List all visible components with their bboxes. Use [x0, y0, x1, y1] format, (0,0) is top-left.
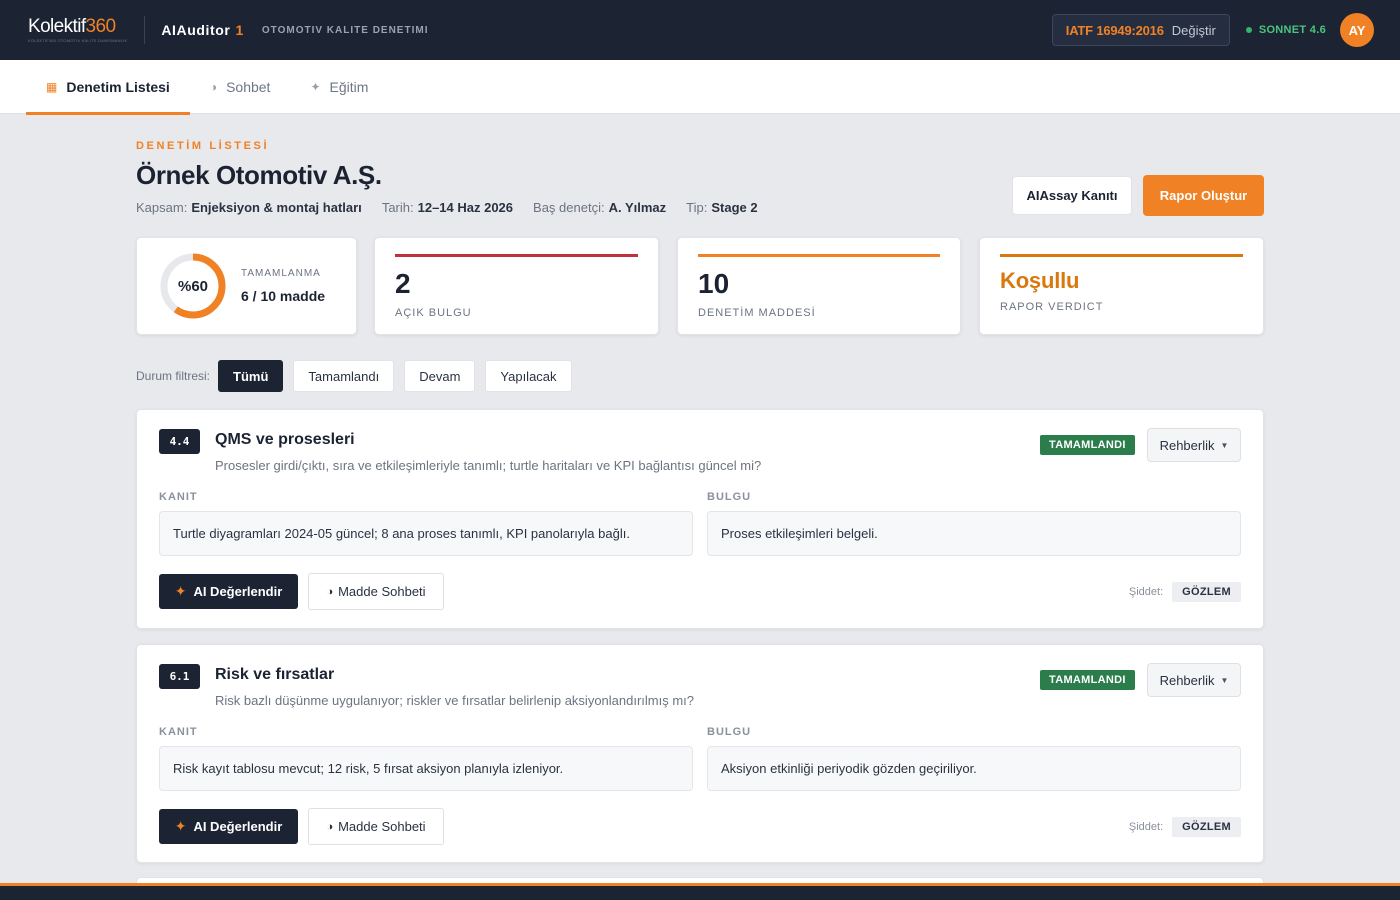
- filter-label: Durum filtresi:: [136, 369, 211, 383]
- card-accent-bar: [395, 254, 638, 257]
- card-accent-bar: [698, 254, 940, 257]
- filter-chip-in-progress[interactable]: Devam: [404, 360, 476, 392]
- grid-icon: ▦: [46, 80, 58, 94]
- standard-name: IATF 16949:2016: [1065, 22, 1164, 38]
- audit-item-card: 4.4 QMS ve prosesleri Prosesler girdi/çı…: [136, 409, 1264, 629]
- scope-value: Enjeksiyon & montaj hatları: [191, 200, 362, 215]
- open-findings-value: 2: [395, 268, 411, 299]
- sparkle-icon: ✦: [174, 583, 187, 599]
- clause-code: 4.4: [159, 429, 200, 454]
- section-eyebrow: DENETİM LİSTESİ: [136, 140, 270, 152]
- item-chat-button[interactable]: ◑ Madde Sohbeti: [308, 808, 444, 845]
- change-standard-link[interactable]: Değiştir: [1172, 23, 1216, 38]
- filter-chip-all[interactable]: Tümü: [218, 360, 284, 392]
- finding-label: BULGU: [707, 491, 752, 503]
- progress-card: %60 TAMAMLANMA 6 / 10 madde: [136, 237, 357, 335]
- item-title: QMS ve prosesleri: [215, 431, 355, 448]
- create-report-button[interactable]: Rapor Oluştur: [1143, 175, 1264, 216]
- item-question: Prosesler girdi/çıktı, sıra ve etkileşim…: [215, 458, 762, 473]
- severity-badge[interactable]: GÖZLEM: [1172, 817, 1241, 837]
- date-value: 12–14 Haz 2026: [417, 200, 514, 215]
- bottom-bar: [0, 883, 1400, 900]
- item-title: Risk ve fırsatlar: [215, 666, 335, 683]
- tab-sohbet[interactable]: ◑ Sohbet: [190, 60, 291, 114]
- app-name: AIAuditor 1: [161, 22, 244, 38]
- scope-label: Kapsam:: [136, 200, 188, 215]
- sparkle-icon: ✦: [174, 818, 187, 834]
- audit-items-value: 10: [698, 268, 730, 299]
- severity-label: Şiddet:: [1128, 586, 1164, 598]
- clause-code: 6.1: [159, 664, 200, 689]
- tab-denetim-listesi[interactable]: ▦ Denetim Listesi: [26, 60, 190, 115]
- caret-down-icon: ▼: [1220, 440, 1229, 450]
- model-label: SONNET 4.6: [1258, 24, 1326, 36]
- progress-percent: %60: [177, 277, 209, 295]
- guidance-dropdown[interactable]: Rehberlik ▼: [1147, 428, 1241, 462]
- type-value: Stage 2: [711, 200, 758, 215]
- top-bar: Kolektif360 KOLEKTIF360 OTOMOTIV KALITE …: [0, 0, 1400, 60]
- status-filter-bar: Durum filtresi: Tümü Tamamlandı Devam Ya…: [136, 360, 582, 392]
- open-findings-caption: AÇIK BULGU: [395, 307, 472, 319]
- evidence-label: KANIT: [159, 726, 198, 738]
- lead-auditor-value: A. Yılmaz: [608, 200, 667, 215]
- ai-evaluate-button[interactable]: ✦ AI Değerlendir: [159, 809, 298, 844]
- type-label: Tip:: [686, 200, 708, 215]
- finding-field[interactable]: Proses etkileşimleri belgeli.: [707, 511, 1241, 556]
- item-question: Risk bazlı düşünme uygulanıyor; riskler …: [215, 693, 695, 708]
- half-circle-icon: ◑: [326, 820, 334, 833]
- date-label: Tarih:: [381, 200, 414, 215]
- logo-number: 360: [85, 16, 117, 37]
- app-subtitle: OTOMOTIV KALITE DENETIMI: [261, 24, 429, 36]
- severity: Şiddet: GÖZLEM: [1129, 582, 1241, 602]
- evidence-label: KANIT: [159, 491, 198, 503]
- evidence-button[interactable]: AIAssay Kanıtı: [1012, 176, 1132, 215]
- logo-text: Kolektif: [28, 16, 86, 37]
- tab-egitim[interactable]: ✦ Eğitim: [290, 60, 388, 114]
- audit-item-card: 6.1 Risk ve fırsatlar Risk bazlı düşünme…: [136, 644, 1264, 863]
- sparkle-icon: ✦: [310, 80, 321, 94]
- verdict-caption: RAPOR VERDICT: [1000, 301, 1104, 313]
- audit-items-caption: DENETİM MADDESİ: [698, 307, 816, 319]
- tab-label: Denetim Listesi: [66, 79, 170, 95]
- card-accent-bar: [1000, 254, 1243, 257]
- severity-badge[interactable]: GÖZLEM: [1172, 582, 1241, 602]
- user-avatar[interactable]: AY: [1340, 13, 1374, 47]
- ai-evaluate-button[interactable]: ✦ AI Değerlendir: [159, 574, 298, 609]
- audit-meta: Kapsam: Enjeksiyon & montaj hatları Tarih…: [136, 200, 778, 215]
- verdict-card: Koşullu RAPOR VERDICT: [979, 237, 1264, 335]
- header-divider: [144, 16, 146, 44]
- progress-value: 6 / 10 madde: [241, 288, 326, 304]
- status-badge: TAMAMLANDI: [1040, 435, 1135, 455]
- progress-caption: TAMAMLANMA: [241, 268, 321, 279]
- logo-tagline: KOLEKTIF360 OTOMOTIV KALITE DANISMANLIK: [28, 38, 128, 43]
- progress-ring: %60: [159, 252, 227, 320]
- status-badge: TAMAMLANDI: [1040, 670, 1135, 690]
- half-circle-icon: ◑: [326, 585, 334, 598]
- brand-logo[interactable]: Kolektif360 KOLEKTIF360 OTOMOTIV KALITE …: [28, 17, 127, 43]
- standard-selector[interactable]: IATF 16949:2016 Değiştir: [1051, 14, 1230, 46]
- caret-down-icon: ▼: [1220, 675, 1229, 685]
- item-chat-button[interactable]: ◑ Madde Sohbeti: [308, 573, 444, 610]
- verdict-value: Koşullu: [1000, 268, 1080, 293]
- lead-auditor-label: Baş denetçi:: [533, 200, 605, 215]
- guidance-dropdown[interactable]: Rehberlik ▼: [1147, 663, 1241, 697]
- finding-field[interactable]: Aksiyon etkinliği periyodik gözden geçir…: [707, 746, 1241, 791]
- filter-chip-todo[interactable]: Yapılacak: [485, 360, 572, 392]
- tab-label: Sohbet: [226, 79, 271, 95]
- finding-label: BULGU: [707, 726, 752, 738]
- model-indicator: SONNET 4.6: [1245, 24, 1326, 36]
- severity: Şiddet: GÖZLEM: [1129, 817, 1241, 837]
- audit-items-card: 10 DENETİM MADDESİ: [677, 237, 961, 335]
- status-dot-icon: [1245, 27, 1252, 33]
- severity-label: Şiddet:: [1128, 821, 1164, 833]
- tab-label: Eğitim: [329, 79, 369, 95]
- half-circle-icon: ◑: [209, 80, 218, 94]
- filter-chip-completed[interactable]: Tamamlandı: [293, 360, 395, 392]
- tab-bar: ▦ Denetim Listesi ◑ Sohbet ✦ Eğitim: [0, 60, 1400, 115]
- evidence-field[interactable]: Turtle diyagramları 2024-05 güncel; 8 an…: [159, 511, 693, 556]
- page-title: Örnek Otomotiv A.Ş.: [136, 160, 382, 190]
- evidence-field[interactable]: Risk kayıt tablosu mevcut; 12 risk, 5 fı…: [159, 746, 693, 791]
- app-version: 1: [235, 22, 244, 38]
- open-findings-card: 2 AÇIK BULGU: [374, 237, 659, 335]
